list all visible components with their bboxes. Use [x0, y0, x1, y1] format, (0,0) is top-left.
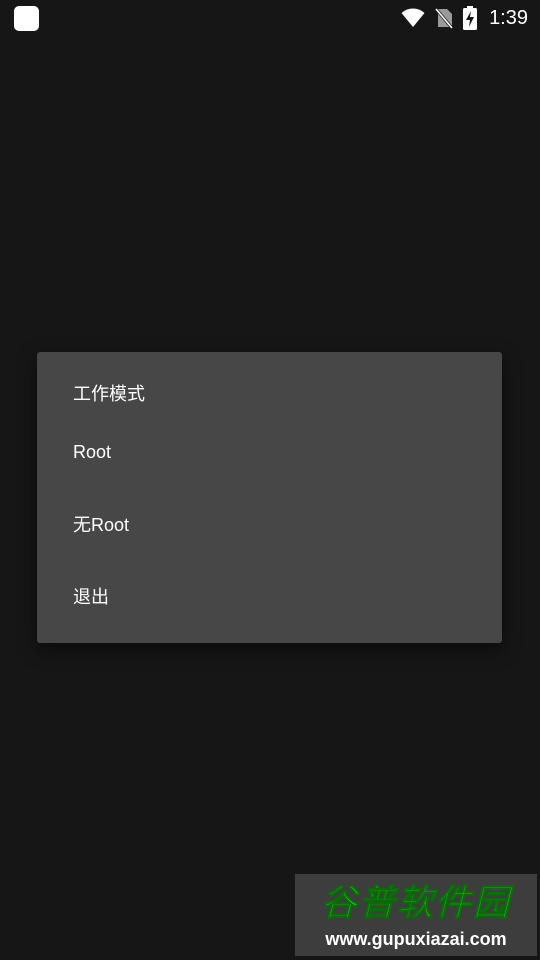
- watermark-url: www.gupuxiazai.com: [325, 929, 507, 949]
- option-root-label: Root: [73, 441, 112, 462]
- no-sim-icon: [435, 7, 454, 29]
- app-icon: [14, 6, 39, 31]
- dialog-title: 工作模式: [73, 384, 145, 405]
- option-exit[interactable]: 退出: [37, 561, 502, 631]
- screen: 1:39 工作模式 Root 无Root 退出 谷普软件园 www.gupuxi…: [0, 0, 540, 960]
- work-mode-dialog: 工作模式 Root 无Root 退出: [37, 352, 502, 643]
- status-time: 1:39: [489, 6, 528, 29]
- option-exit-label: 退出: [73, 587, 109, 607]
- option-no-root-label: 无Root: [73, 515, 130, 535]
- option-no-root[interactable]: 无Root: [37, 489, 502, 559]
- status-icons: 1:39: [401, 0, 528, 36]
- watermark: 谷普软件园 www.gupuxiazai.com: [295, 874, 537, 956]
- battery-charging-icon: [463, 6, 478, 30]
- wifi-icon: [401, 8, 425, 28]
- status-bar: 1:39: [0, 0, 540, 36]
- watermark-logo: 谷普软件园: [320, 883, 511, 925]
- option-root[interactable]: Root: [37, 417, 502, 487]
